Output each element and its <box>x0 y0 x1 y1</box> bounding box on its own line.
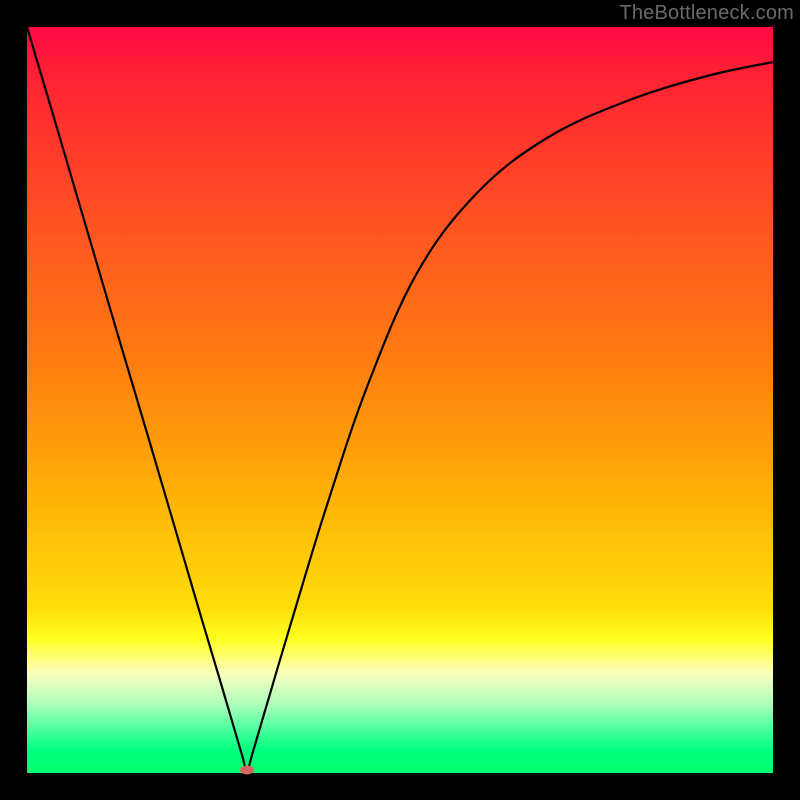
watermark-label: TheBottleneck.com <box>619 2 794 25</box>
plot-background <box>27 27 773 773</box>
chart-container: TheBottleneck.com <box>0 0 800 800</box>
